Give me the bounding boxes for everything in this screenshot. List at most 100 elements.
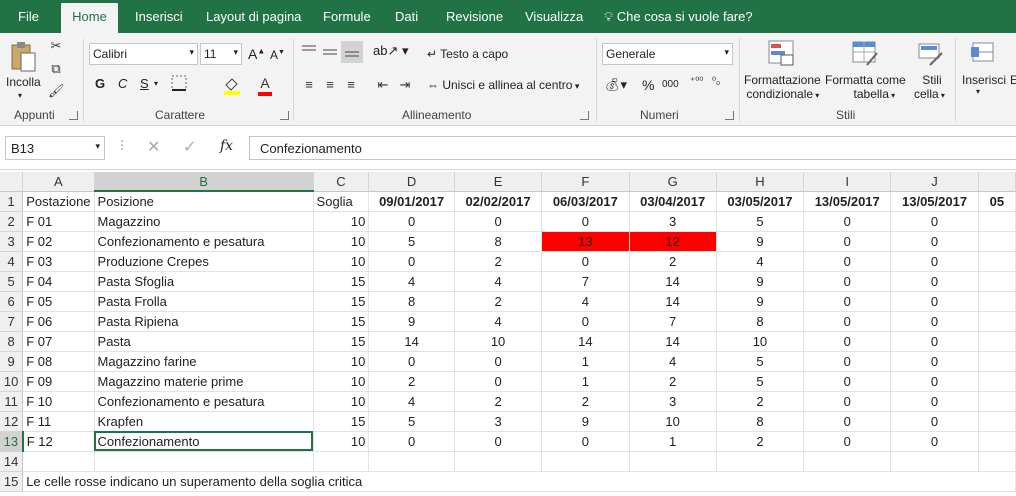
row-header[interactable]: 14 bbox=[0, 451, 24, 472]
cell[interactable] bbox=[978, 211, 1016, 232]
cell[interactable]: 4 bbox=[541, 291, 630, 312]
cell[interactable] bbox=[978, 231, 1016, 252]
row-header[interactable]: 7 bbox=[0, 311, 24, 332]
cell[interactable]: 5 bbox=[716, 351, 805, 372]
cell-styles-button[interactable]: Stili cella ▾ bbox=[914, 73, 945, 101]
align-bottom-icon[interactable] bbox=[341, 41, 363, 63]
cell[interactable]: 15 bbox=[313, 291, 370, 312]
format-painter-icon[interactable]: 🖌︎ bbox=[48, 83, 65, 99]
cell[interactable]: 2 bbox=[454, 391, 543, 412]
cell[interactable]: 10 bbox=[716, 331, 805, 352]
ribbon-overflow[interactable]: E bbox=[1010, 73, 1016, 87]
column-header[interactable]: G bbox=[629, 172, 717, 192]
cell[interactable]: 10 bbox=[454, 331, 543, 352]
worksheet-grid[interactable]: A B C D E F G H I J 1 Postazione Posizione Soglia 09/0… bbox=[0, 172, 1016, 496]
insert-cells-button[interactable]: Inserisci ▾ bbox=[962, 73, 1006, 96]
cell[interactable]: 4 bbox=[368, 391, 455, 412]
cell[interactable]: 10 bbox=[313, 371, 370, 392]
formula-input[interactable]: Confezionamento bbox=[249, 136, 1016, 160]
cell[interactable] bbox=[978, 271, 1016, 292]
grow-font-button[interactable]: A▲ bbox=[248, 46, 265, 62]
cell[interactable]: 2 bbox=[629, 251, 717, 272]
cell[interactable]: 15 bbox=[313, 311, 370, 332]
cell[interactable]: 15 bbox=[313, 271, 370, 292]
cell[interactable]: 0 bbox=[541, 431, 630, 452]
insert-function-button[interactable]: fx bbox=[220, 138, 233, 154]
cell[interactable] bbox=[803, 451, 892, 472]
merge-center-button[interactable]: ⇔ Unisci e allinea al centro ▾ bbox=[427, 78, 579, 92]
header-cell[interactable]: 02/02/2017 bbox=[454, 191, 543, 212]
cell[interactable]: F 10 bbox=[22, 391, 95, 412]
cell[interactable]: F 07 bbox=[22, 331, 95, 352]
cell[interactable]: F 11 bbox=[22, 411, 95, 432]
cell[interactable]: 0 bbox=[890, 231, 979, 252]
cell[interactable]: 1 bbox=[541, 351, 630, 372]
cell[interactable]: Pasta Sfoglia bbox=[94, 271, 314, 292]
cell[interactable]: 0 bbox=[803, 431, 892, 452]
cell[interactable]: 0 bbox=[541, 211, 630, 232]
thousands-button[interactable]: 000 bbox=[662, 79, 679, 90]
cell[interactable]: 13 bbox=[541, 231, 630, 252]
cell[interactable]: 14 bbox=[629, 291, 717, 312]
cell[interactable]: F 06 bbox=[22, 311, 95, 332]
row-header[interactable]: 3 bbox=[0, 231, 24, 252]
cell[interactable]: Magazzino materie prime bbox=[94, 371, 314, 392]
cell[interactable]: 5 bbox=[716, 371, 805, 392]
shrink-font-button[interactable]: A▼ bbox=[270, 48, 285, 62]
cell[interactable]: 2 bbox=[541, 391, 630, 412]
cell[interactable] bbox=[978, 351, 1016, 372]
column-header[interactable]: F bbox=[541, 172, 630, 192]
cell[interactable] bbox=[22, 451, 95, 472]
decrease-decimal-button[interactable]: ⁰₀ bbox=[712, 76, 720, 87]
row-header[interactable]: 15 bbox=[0, 471, 24, 492]
cell[interactable]: 0 bbox=[803, 291, 892, 312]
column-header[interactable]: B bbox=[94, 172, 314, 192]
header-cell[interactable]: 09/01/2017 bbox=[368, 191, 455, 212]
column-header[interactable] bbox=[978, 172, 1016, 192]
cell[interactable]: F 05 bbox=[22, 291, 95, 312]
alignment-launcher-icon[interactable] bbox=[580, 111, 589, 120]
orientation-icon[interactable]: ab↗ ▾ bbox=[373, 43, 409, 59]
cell[interactable]: F 03 bbox=[22, 251, 95, 272]
cell[interactable]: 3 bbox=[629, 391, 717, 412]
number-launcher-icon[interactable] bbox=[725, 111, 734, 120]
tab-layout[interactable]: Layout di pagina bbox=[206, 0, 301, 33]
cell[interactable]: 0 bbox=[890, 351, 979, 372]
cell[interactable]: 0 bbox=[803, 351, 892, 372]
cell[interactable]: 8 bbox=[716, 411, 805, 432]
cell[interactable]: 5 bbox=[368, 231, 455, 252]
cut-icon[interactable]: ✂ bbox=[48, 38, 64, 54]
cell[interactable]: 9 bbox=[716, 291, 805, 312]
percent-button[interactable]: % bbox=[642, 77, 654, 93]
bold-button[interactable]: G bbox=[95, 76, 105, 91]
underline-button[interactable]: S bbox=[140, 76, 149, 91]
cell[interactable] bbox=[716, 451, 805, 472]
chevron-down-icon[interactable]: ▾ bbox=[154, 79, 158, 88]
cell[interactable]: Magazzino bbox=[94, 211, 314, 232]
cell[interactable]: Magazzino farine bbox=[94, 351, 314, 372]
align-right-icon[interactable]: ≡ bbox=[341, 77, 361, 92]
row-header[interactable]: 6 bbox=[0, 291, 24, 312]
cell[interactable]: 0 bbox=[890, 331, 979, 352]
cell[interactable]: 9 bbox=[541, 411, 630, 432]
clipboard-launcher-icon[interactable] bbox=[69, 111, 78, 120]
number-format-select[interactable]: Generale ▾ bbox=[602, 43, 733, 65]
cell[interactable]: 5 bbox=[716, 211, 805, 232]
increase-indent-icon[interactable]: ⇥ bbox=[395, 77, 415, 93]
cell[interactable] bbox=[978, 411, 1016, 432]
font-launcher-icon[interactable] bbox=[280, 111, 289, 120]
note-cell[interactable]: Le celle rosse indicano un superamento d… bbox=[22, 471, 1016, 492]
cell[interactable] bbox=[629, 451, 717, 472]
tab-visualizza[interactable]: Visualizza bbox=[525, 0, 583, 33]
row-header[interactable]: 1 bbox=[0, 191, 24, 212]
cell[interactable]: 0 bbox=[803, 211, 892, 232]
row-header[interactable]: 2 bbox=[0, 211, 24, 232]
column-header[interactable]: J bbox=[890, 172, 979, 192]
cell[interactable]: 0 bbox=[890, 271, 979, 292]
borders-icon[interactable] bbox=[168, 75, 190, 93]
cell[interactable]: Confezionamento bbox=[94, 431, 314, 452]
cell[interactable]: 0 bbox=[541, 251, 630, 272]
cell[interactable] bbox=[890, 451, 979, 472]
cell[interactable] bbox=[978, 371, 1016, 392]
cell[interactable]: 0 bbox=[890, 211, 979, 232]
